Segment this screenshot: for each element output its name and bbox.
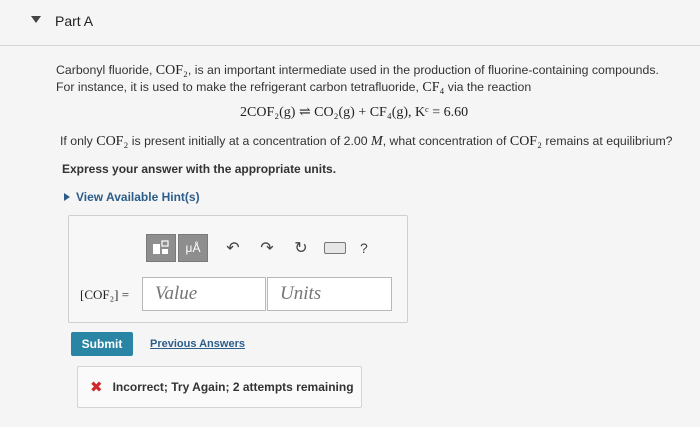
help-icon[interactable]: ?: [360, 240, 368, 256]
template-icon: [153, 240, 169, 254]
question-formula: COF₂: [96, 134, 129, 149]
error-x-icon: ✖: [90, 379, 103, 396]
problem-statement: Carbonyl fluoride, COF₂, is an important…: [56, 62, 676, 96]
part-title: Part A: [55, 13, 94, 29]
redo-icon[interactable]: ↷: [258, 238, 276, 258]
template-button[interactable]: [146, 234, 176, 262]
hints-label: View Available Hint(s): [76, 190, 200, 204]
part-header[interactable]: Part A: [0, 0, 700, 46]
submit-button[interactable]: Submit: [71, 332, 133, 356]
feedback-box: ✖ Incorrect; Try Again; 2 attempts remai…: [77, 366, 362, 408]
problem-text-a: Carbonyl fluoride,: [56, 63, 156, 77]
feedback-text: Incorrect; Try Again; 2 attempts remaini…: [112, 380, 354, 394]
answer-lhs-label: [COF₂] =: [80, 287, 130, 302]
question-text-b: is present initially at a concentration …: [128, 134, 372, 148]
question-formula-2: COF₂: [509, 134, 542, 149]
value-input[interactable]: [142, 277, 266, 311]
instruction-text: Express your answer with the appropriate…: [62, 162, 337, 176]
expand-caret-icon: [64, 193, 70, 201]
question-text-c: , what concentration of: [382, 134, 510, 148]
question-text: If only COF₂ is present initially at a c…: [60, 134, 680, 150]
reaction-equation: 2COF₂(g) ⇌ CO₂(g) + CF₄(g), Kᶜ = 6.60: [240, 105, 469, 120]
problem-text-c: via the reaction: [444, 80, 532, 94]
question-text-a: If only: [60, 134, 97, 148]
formula-cof2: COF₂: [155, 63, 188, 78]
reset-icon[interactable]: ↻: [292, 238, 310, 258]
formula-cf4: CF₄: [422, 80, 445, 95]
previous-answers-link[interactable]: Previous Answers: [150, 338, 245, 350]
view-hints-toggle[interactable]: View Available Hint(s): [64, 190, 200, 204]
units-button[interactable]: μÅ: [178, 234, 208, 262]
units-input[interactable]: [267, 277, 392, 311]
math-toolbar: μÅ ↶ ↷ ↻ ?: [146, 233, 368, 263]
undo-icon[interactable]: ↶: [224, 238, 242, 258]
question-unit: M: [371, 134, 383, 149]
keyboard-icon[interactable]: [324, 242, 346, 254]
collapse-caret-icon[interactable]: [31, 16, 41, 23]
question-text-d: remains at equilibrium?: [541, 134, 673, 148]
